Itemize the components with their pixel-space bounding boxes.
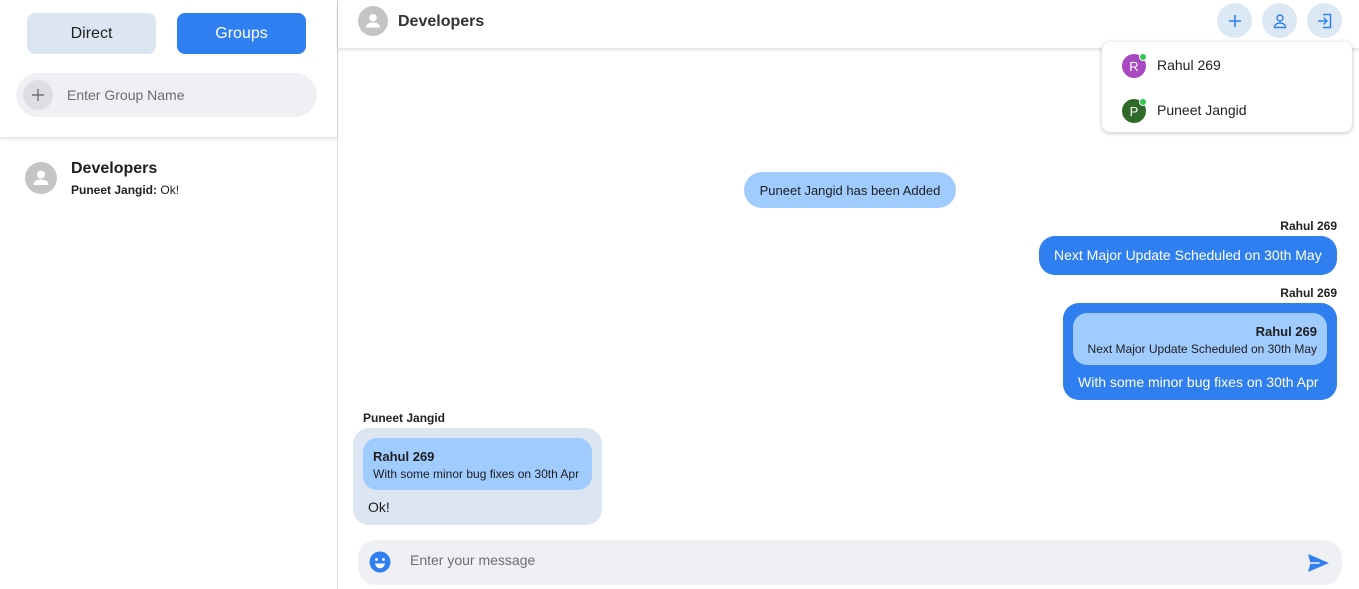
- member-avatar: P: [1122, 98, 1147, 123]
- quoted-text: With some minor bug fixes on 30th Apr: [373, 467, 580, 481]
- system-message: Puneet Jangid has been Added: [744, 172, 956, 208]
- user-placeholder-icon: [365, 13, 381, 28]
- quoted-sender: Rahul 269: [373, 449, 435, 464]
- online-status-dot: [1139, 53, 1147, 61]
- plus-icon: [1228, 14, 1241, 27]
- exit-icon: [1317, 13, 1331, 28]
- group-name-input[interactable]: [67, 87, 287, 103]
- online-status-dot: [1139, 98, 1147, 106]
- message-input[interactable]: [410, 552, 1290, 568]
- add-member-button[interactable]: [1217, 3, 1252, 38]
- quoted-message[interactable]: Rahul 269 With some minor bug fixes on 3…: [363, 438, 592, 490]
- outgoing-message[interactable]: Rahul 269 Next Major Update Scheduled on…: [1063, 303, 1337, 400]
- conversation-item-developers[interactable]: Developers Puneet Jangid: Ok!: [0, 150, 337, 206]
- message-text: With some minor bug fixes on 30th Apr: [1078, 374, 1319, 390]
- message-composer: [358, 540, 1342, 585]
- conversation-last-message: Puneet Jangid: Ok!: [71, 183, 179, 197]
- members-dropdown: R Rahul 269 P Puneet Jangid: [1102, 42, 1352, 132]
- quoted-text: Next Major Update Scheduled on 30th May: [1087, 342, 1317, 356]
- send-button[interactable]: [1306, 551, 1330, 575]
- conversation-name: Developers: [71, 160, 158, 177]
- member-initial: P: [1129, 103, 1139, 119]
- message-sender: Rahul 269: [1280, 219, 1337, 233]
- last-message-sender: Puneet Jangid:: [71, 183, 158, 197]
- avatar: [25, 162, 57, 194]
- sidebar-header: Direct Groups: [0, 0, 337, 137]
- member-name: Puneet Jangid: [1157, 102, 1247, 118]
- chat-header: Developers: [338, 0, 1359, 48]
- chat-app: Direct Groups Developers Puneet: [0, 0, 1359, 589]
- last-message-text: Ok!: [160, 183, 180, 197]
- outgoing-message[interactable]: Next Major Update Scheduled on 30th May: [1039, 236, 1337, 275]
- avatar: [358, 6, 388, 36]
- member-avatar: R: [1122, 53, 1147, 78]
- groups-tab-button[interactable]: Groups: [177, 13, 306, 54]
- member-name: Rahul 269: [1157, 57, 1221, 73]
- member-item-rahul[interactable]: R Rahul 269: [1102, 46, 1352, 86]
- emoji-button[interactable]: [368, 550, 392, 574]
- emoji-icon: [369, 551, 391, 573]
- message-sender: Rahul 269: [1280, 286, 1337, 300]
- message-sender: Puneet Jangid: [363, 411, 446, 425]
- member-initial: R: [1129, 58, 1139, 74]
- group-name-field: [16, 73, 317, 117]
- message-text: Ok!: [368, 499, 390, 515]
- add-group-button[interactable]: [23, 80, 53, 110]
- sidebar: Direct Groups Developers Puneet: [0, 0, 338, 589]
- leave-group-button[interactable]: [1307, 3, 1342, 38]
- user-icon: [1273, 13, 1286, 28]
- user-placeholder-icon: [33, 170, 49, 185]
- members-button[interactable]: [1262, 3, 1297, 38]
- direct-tab-button[interactable]: Direct: [27, 13, 156, 54]
- chat-title: Developers: [398, 13, 485, 30]
- quoted-sender: Rahul 269: [1255, 324, 1317, 339]
- member-item-puneet[interactable]: P Puneet Jangid: [1102, 91, 1352, 131]
- incoming-message[interactable]: Rahul 269 With some minor bug fixes on 3…: [353, 428, 602, 525]
- send-icon: [1308, 554, 1329, 572]
- message-text: Next Major Update Scheduled on 30th May: [1054, 247, 1322, 263]
- quoted-message[interactable]: Rahul 269 Next Major Update Scheduled on…: [1073, 313, 1327, 365]
- plus-icon: [32, 89, 44, 101]
